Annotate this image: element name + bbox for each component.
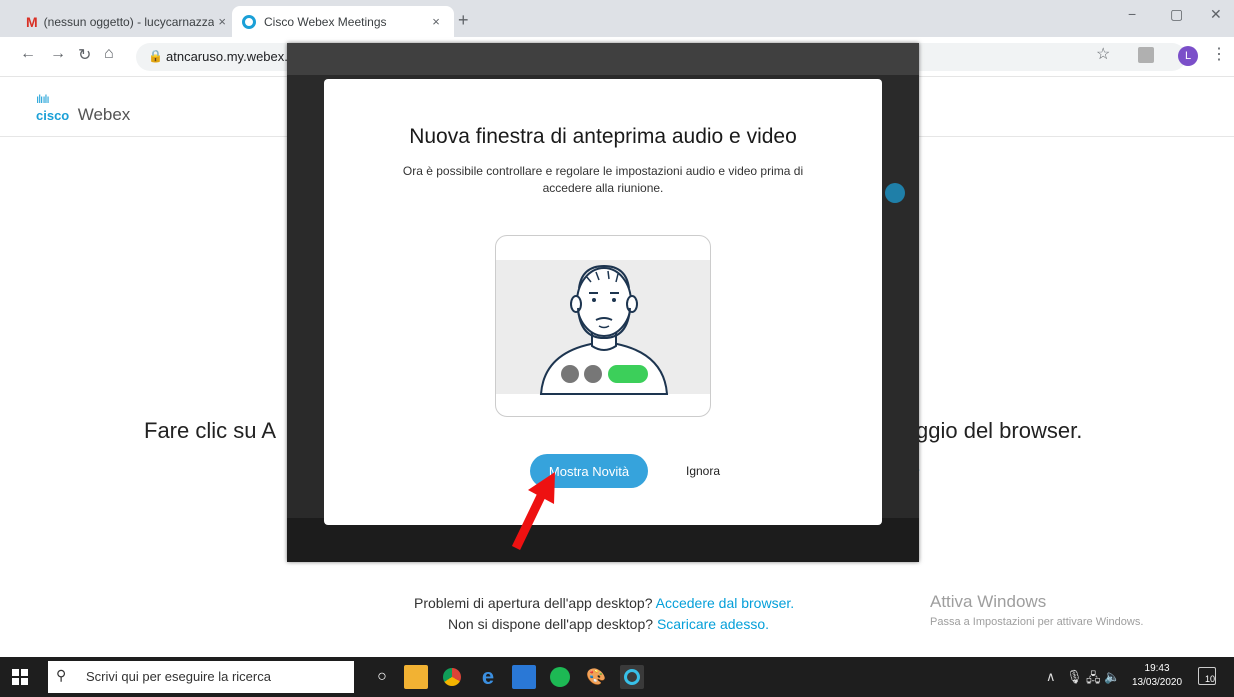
red-arrow-annotation bbox=[511, 472, 555, 550]
preview-dialog: Nuova finestra di anteprima audio e vide… bbox=[324, 79, 882, 525]
edge-icon[interactable]: e bbox=[476, 664, 500, 689]
volume-icon[interactable]: 🔈 bbox=[1104, 669, 1120, 685]
instruction-text-right: ggio del browser. bbox=[916, 418, 1083, 443]
profile-avatar[interactable]: L bbox=[1178, 46, 1198, 66]
clock-date: 13/03/2020 bbox=[1132, 677, 1183, 688]
paint-icon[interactable]: 🎨 bbox=[584, 665, 608, 689]
windows-taskbar: ⚲ Scrivi qui per eseguire la ricerca ○ e… bbox=[0, 657, 1234, 697]
tab-close-icon[interactable]: × bbox=[428, 14, 444, 30]
restore-button[interactable]: ▢ bbox=[1170, 6, 1183, 23]
taskbar-search-placeholder: Scrivi qui per eseguire la ricerca bbox=[86, 669, 271, 684]
footer-text-2: Non si dispone dell'app desktop? bbox=[448, 616, 654, 632]
cisco-webex-logo: ılıılı cisco Webex bbox=[36, 93, 130, 125]
activate-title: Attiva Windows bbox=[930, 592, 1047, 611]
app-settings-icon bbox=[885, 183, 905, 203]
spotify-icon[interactable] bbox=[548, 665, 572, 689]
app-titlebar bbox=[287, 43, 919, 75]
tab-gmail-label: (nessun oggetto) - lucycarnazza( bbox=[43, 14, 215, 29]
network-icon[interactable]: 🖧 bbox=[1086, 669, 1101, 691]
notification-center-icon[interactable]: 10 bbox=[1198, 667, 1216, 685]
footer-line-2: Non si dispone dell'app desktop? Scarica… bbox=[448, 616, 769, 632]
window-close-button[interactable]: ✕ bbox=[1210, 6, 1222, 23]
browser-menu-icon[interactable]: ⋮ bbox=[1211, 44, 1227, 64]
reload-icon[interactable]: ↻ bbox=[78, 45, 91, 65]
ignore-link[interactable]: Ignora bbox=[686, 464, 720, 478]
cortana-icon[interactable]: ○ bbox=[370, 665, 394, 689]
cisco-bars-icon: ılıılı bbox=[36, 92, 50, 106]
search-icon: ⚲ bbox=[56, 667, 67, 683]
webex-taskbar-icon[interactable] bbox=[620, 665, 644, 689]
microphone-icon[interactable]: 🎙 bbox=[1066, 669, 1083, 685]
activate-subtitle: Passa a Impostazioni per attivare Window… bbox=[930, 616, 1144, 628]
person-avatar-icon bbox=[496, 260, 710, 395]
gmail-icon: M bbox=[26, 13, 38, 30]
forward-icon[interactable]: → bbox=[50, 45, 66, 63]
tray-expand-icon[interactable]: ∧ bbox=[1046, 669, 1056, 685]
footer-text-1: Problemi di apertura dell'app desktop? bbox=[414, 595, 653, 611]
tab-close-icon[interactable]: × bbox=[214, 14, 230, 30]
tab-gmail[interactable]: M (nessun oggetto) - lucycarnazza( × bbox=[22, 6, 230, 37]
webex-tab-icon bbox=[242, 14, 256, 29]
pdf-extension-icon[interactable] bbox=[1138, 47, 1154, 63]
home-icon[interactable]: ⌂ bbox=[104, 45, 114, 63]
new-tab-button[interactable]: + bbox=[458, 10, 469, 31]
minimize-button[interactable]: − bbox=[1128, 6, 1136, 22]
instruction-text-left: Fare clic su A bbox=[144, 418, 277, 443]
clock-time: 19:43 bbox=[1144, 663, 1170, 674]
back-icon[interactable]: ← bbox=[20, 45, 36, 63]
activate-windows-watermark: Attiva Windows Passa a Impostazioni per … bbox=[930, 592, 1143, 628]
dialog-title: Nuova finestra di anteprima audio e vide… bbox=[409, 125, 797, 148]
preview-illustration bbox=[495, 235, 711, 417]
download-link[interactable]: Scaricare adesso. bbox=[657, 616, 769, 632]
dialog-description: Ora è possibile controllare e regolare l… bbox=[402, 164, 804, 195]
browser-tab-strip: M (nessun oggetto) - lucycarnazza( × Cis… bbox=[0, 0, 1234, 37]
lock-icon: 🔒 bbox=[148, 49, 163, 63]
browser-join-link[interactable]: Accedere dal browser. bbox=[656, 595, 795, 611]
tab-webex[interactable]: Cisco Webex Meetings × bbox=[232, 6, 454, 37]
file-explorer-icon[interactable] bbox=[404, 665, 428, 689]
bookmark-star-icon[interactable]: ☆ bbox=[1096, 44, 1110, 64]
chrome-icon[interactable] bbox=[440, 665, 464, 689]
footer-line-1: Problemi di apertura dell'app desktop? A… bbox=[414, 595, 794, 611]
taskbar-clock[interactable]: 19:43 13/03/2020 bbox=[1132, 662, 1182, 690]
logo-cisco-text: cisco bbox=[36, 108, 70, 123]
taskbar-search[interactable]: ⚲ Scrivi qui per eseguire la ricerca bbox=[48, 661, 354, 693]
tab-webex-label: Cisco Webex Meetings bbox=[264, 14, 387, 29]
url-text: atncaruso.my.webex.co bbox=[166, 49, 302, 64]
windows-start-icon[interactable] bbox=[12, 669, 28, 685]
remote-desktop-icon[interactable] bbox=[512, 665, 536, 689]
logo-webex-text: Webex bbox=[77, 105, 131, 124]
